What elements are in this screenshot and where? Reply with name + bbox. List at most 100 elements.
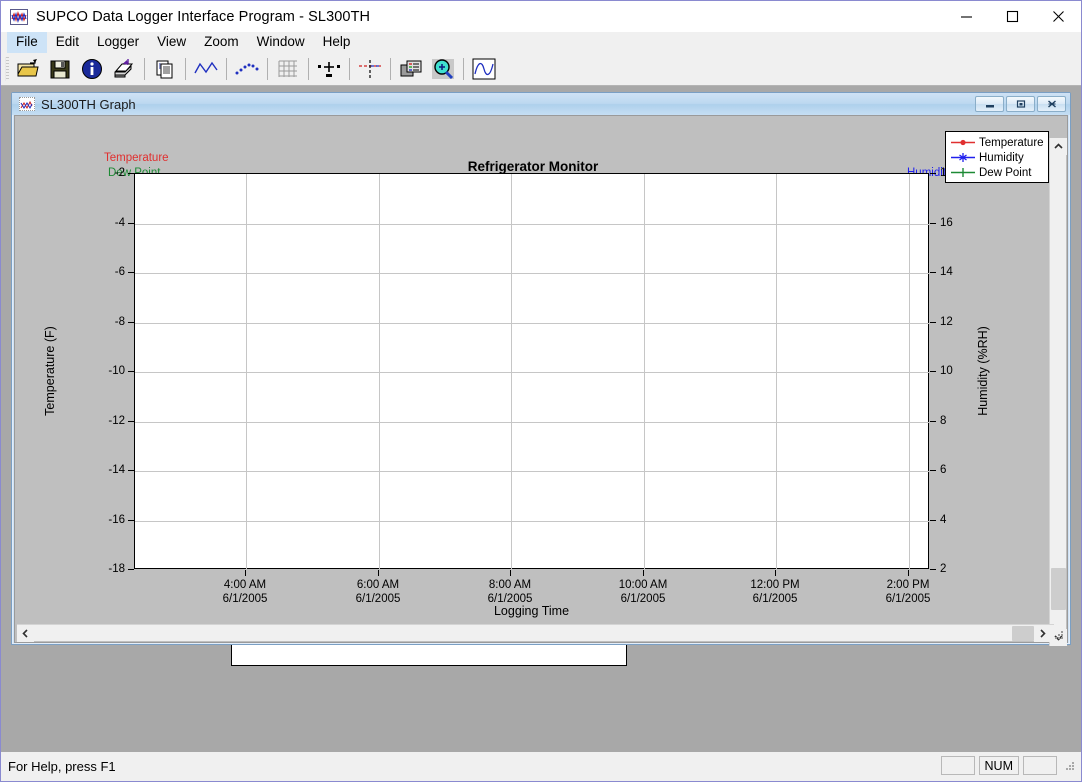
menu-logger[interactable]: Logger xyxy=(88,32,148,53)
print-icon[interactable] xyxy=(109,55,139,84)
x-tick-time: 2:00 PM xyxy=(886,579,930,591)
chart-canvas[interactable]: Refrigerator Monitor Temperature Dew Poi… xyxy=(16,117,1050,624)
close-button[interactable] xyxy=(1035,1,1081,32)
menu-view[interactable]: View xyxy=(148,32,195,53)
status-panes: NUM xyxy=(940,756,1077,775)
y-axis-tick-right xyxy=(930,569,936,570)
x-tick-time: 12:00 PM xyxy=(750,579,800,591)
y-axis-title-left: Temperature (F) xyxy=(43,326,57,416)
status-hint: For Help, press F1 xyxy=(8,759,116,774)
y-axis-tick-right xyxy=(930,322,936,323)
gridline-horizontal xyxy=(135,323,930,324)
y-axis-tick-right xyxy=(930,520,936,521)
y-axis-tick-label-right: 10 xyxy=(940,365,953,377)
horizontal-scrollbar[interactable] xyxy=(17,624,1054,642)
status-pane-3 xyxy=(1023,756,1057,775)
menu-bar: File Edit Logger View Zoom Window Help xyxy=(1,32,1081,53)
toolbar-grip[interactable] xyxy=(5,57,9,81)
status-resize-grip[interactable] xyxy=(1063,759,1077,773)
mdi-window-body: Refrigerator Monitor Temperature Dew Poi… xyxy=(14,115,1068,646)
legend-item-dew-point: Dew Point xyxy=(946,165,1048,180)
gridline-vertical xyxy=(511,174,512,570)
y-axis-tick-label-right: 4 xyxy=(940,514,947,526)
mdi-minimize-button[interactable] xyxy=(975,96,1004,112)
menu-help[interactable]: Help xyxy=(314,32,360,53)
x-axis-tick-label: 10:00 AM 6/1/2005 xyxy=(619,578,668,606)
toolbar-separator xyxy=(463,58,464,80)
mdi-child-window: SL300TH Graph Refrigerator Monitor Tempe… xyxy=(11,92,1071,646)
vertical-scrollbar[interactable] xyxy=(1049,138,1067,646)
vertical-scrollbar-thumb[interactable] xyxy=(1051,568,1066,610)
dew-point-line-marker-icon xyxy=(950,166,976,179)
horizontal-scrollbar-thumb[interactable] xyxy=(1012,626,1034,641)
scroll-left-button[interactable] xyxy=(17,624,34,642)
markers-icon[interactable] xyxy=(314,55,344,84)
status-pane-num: NUM xyxy=(978,756,1019,775)
x-tick-time: 10:00 AM xyxy=(618,579,668,591)
menu-zoom[interactable]: Zoom xyxy=(195,32,248,53)
scroll-up-button[interactable] xyxy=(1050,138,1067,155)
y-axis-tick-label-left: -16 xyxy=(108,514,125,526)
gridline-vertical xyxy=(246,174,247,570)
mdi-restore-button[interactable] xyxy=(1006,96,1035,112)
legend-item-temperature: Temperature xyxy=(946,135,1048,150)
toolbar xyxy=(1,53,1081,86)
info-icon[interactable] xyxy=(77,55,107,84)
y-axis-tick-label-right: 6 xyxy=(940,464,947,476)
x-tick-date: 6/1/2005 xyxy=(222,593,268,605)
y-axis-tick-right xyxy=(930,470,936,471)
waveform-icon[interactable] xyxy=(469,55,499,84)
line-graph-icon[interactable] xyxy=(191,55,221,84)
chart-legend[interactable]: Temperature Humidity Dew Point xyxy=(945,131,1049,183)
minimize-button[interactable] xyxy=(943,1,989,32)
crosshair-icon[interactable] xyxy=(355,55,385,84)
save-floppy-icon[interactable] xyxy=(45,55,75,84)
y-axis-tick-right xyxy=(930,173,936,174)
x-tick-date: 6/1/2005 xyxy=(885,593,931,605)
y-axis-tick-label-left: -18 xyxy=(108,563,125,575)
copy-icon[interactable] xyxy=(150,55,180,84)
y-axis-tick-right xyxy=(930,371,936,372)
x-axis-tick xyxy=(775,570,776,576)
scatter-plot-icon[interactable] xyxy=(232,55,262,84)
mdi-window-controls xyxy=(975,96,1066,112)
y-axis-tick-label-left: -10 xyxy=(108,365,125,377)
menu-window[interactable]: Window xyxy=(248,32,314,53)
x-axis-tick-label: 12:00 PM 6/1/2005 xyxy=(750,578,799,606)
gridline-horizontal xyxy=(135,273,930,274)
chart-title: Refrigerator Monitor xyxy=(467,159,599,174)
menu-file[interactable]: File xyxy=(7,32,47,53)
menu-edit[interactable]: Edit xyxy=(47,32,88,53)
y-axis-tick-right xyxy=(930,272,936,273)
toolbar-separator xyxy=(267,58,268,80)
mdi-title-bar: SL300TH Graph xyxy=(12,93,1070,115)
scroll-right-button[interactable] xyxy=(1034,625,1051,642)
title-bar: SUPCO Data Logger Interface Program - SL… xyxy=(1,1,1081,32)
x-tick-time: 8:00 AM xyxy=(488,579,532,591)
y-axis-tick-left xyxy=(128,322,134,323)
maximize-button[interactable] xyxy=(989,1,1035,32)
gridline-vertical xyxy=(644,174,645,570)
x-tick-date: 6/1/2005 xyxy=(620,593,666,605)
toolbar-separator xyxy=(226,58,227,80)
background-mdi-window[interactable] xyxy=(231,644,627,666)
mdi-client-area: SL300TH Graph Refrigerator Monitor Tempe… xyxy=(1,86,1081,751)
open-folder-icon[interactable] xyxy=(13,55,43,84)
x-axis-tick-label: 8:00 AM 6/1/2005 xyxy=(488,578,533,606)
gridline-horizontal xyxy=(135,471,930,472)
application-window: SUPCO Data Logger Interface Program - SL… xyxy=(0,0,1082,782)
resize-grip[interactable] xyxy=(1053,628,1065,640)
zoom-magnifier-icon[interactable] xyxy=(428,55,458,84)
mdi-close-button[interactable] xyxy=(1037,96,1066,112)
y-axis-tick-left xyxy=(128,421,134,422)
legend-icon[interactable] xyxy=(396,55,426,84)
y-axis-tick-left xyxy=(128,272,134,273)
x-axis: 4:00 AM 6/1/2005 6:00 AM 6/1/2005 8:00 AM 6/1… xyxy=(134,570,931,610)
grid-icon[interactable] xyxy=(273,55,303,84)
legend-label-humidity: Humidity xyxy=(979,151,1024,164)
legend-item-humidity: Humidity xyxy=(946,150,1048,165)
plot-area xyxy=(134,173,930,570)
y-axis-tick-left xyxy=(128,520,134,521)
y-axis-tick-label-left: -8 xyxy=(114,316,125,328)
window-title: SUPCO Data Logger Interface Program - SL… xyxy=(36,8,371,25)
